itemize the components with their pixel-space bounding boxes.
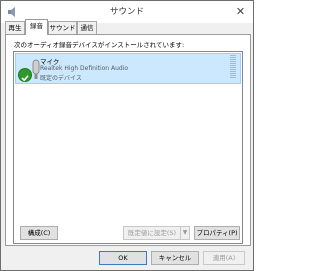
tab-playback[interactable]: 再生 bbox=[5, 21, 25, 34]
tab-sounds[interactable]: サウンド bbox=[48, 21, 77, 34]
tab-recording[interactable]: 録音 bbox=[25, 19, 48, 35]
ok-button[interactable]: OK bbox=[99, 251, 147, 265]
device-item-microphone[interactable]: マイク Realtek High Definition Audio 既定のデバイ… bbox=[15, 53, 241, 84]
device-driver: Realtek High Definition Audio bbox=[40, 65, 129, 72]
configure-button[interactable]: 構成(C) bbox=[20, 226, 58, 240]
tab-strip: 再生 録音 サウンド 通信 bbox=[5, 19, 251, 35]
properties-button[interactable]: プロパティ(P) bbox=[194, 226, 240, 240]
set-default-button[interactable]: 既定値に設定(S) bbox=[123, 226, 181, 240]
close-button[interactable]: ✕ bbox=[232, 4, 249, 19]
window-title: サウンド bbox=[109, 7, 144, 17]
chevron-down-icon: ▼ bbox=[182, 229, 188, 236]
device-status: 既定のデバイス bbox=[40, 75, 82, 82]
default-device-check-icon bbox=[18, 68, 32, 82]
apply-button[interactable]: 適用(A) bbox=[203, 251, 245, 265]
device-list[interactable]: マイク Realtek High Definition Audio 既定のデバイ… bbox=[13, 51, 243, 244]
sound-dialog: サウンド ✕ 再生 録音 サウンド 通信 次のオーディオ録音デバイスがインストー… bbox=[0, 0, 254, 271]
close-icon: ✕ bbox=[235, 5, 246, 18]
recording-panel: 次のオーディオ録音デバイスがインストールされています: マイク Realtek … bbox=[5, 34, 251, 246]
cancel-button[interactable]: キャンセル bbox=[151, 251, 199, 265]
instruction-text: 次のオーディオ録音デバイスがインストールされています: bbox=[14, 41, 185, 49]
tab-communications[interactable]: 通信 bbox=[77, 21, 97, 34]
input-level-meter bbox=[230, 55, 236, 80]
set-default-dropdown[interactable]: ▼ bbox=[180, 226, 190, 240]
